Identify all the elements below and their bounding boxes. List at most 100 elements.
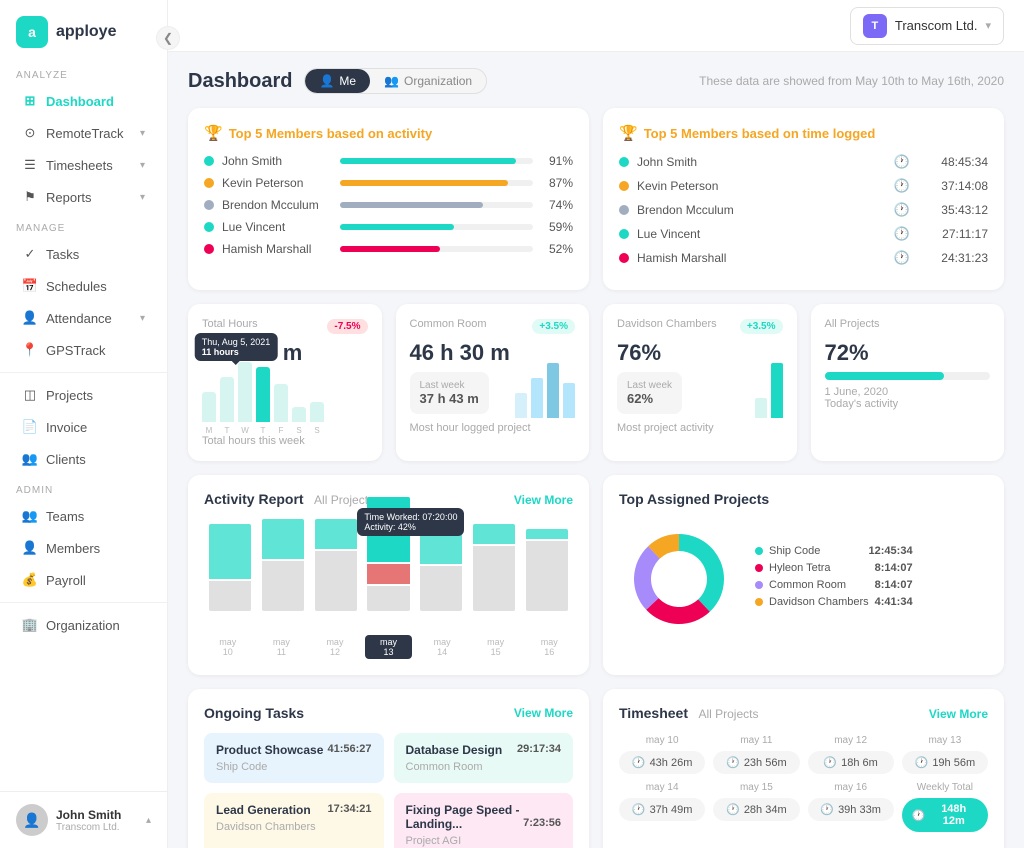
member-row: John Smith 🕐 48:45:34 [619, 154, 988, 170]
sidebar-item-invoice[interactable]: 📄 Invoice [6, 412, 161, 442]
chevron-up-icon: ▴ [146, 815, 151, 826]
time-value: 24:31:23 [918, 251, 988, 265]
toggle-organization-button[interactable]: 👥 Organization [370, 69, 486, 93]
sidebar-item-schedules[interactable]: 📅 Schedules [6, 271, 161, 301]
sidebar-item-attendance[interactable]: 👤 Attendance ▾ [6, 303, 161, 333]
sidebar-item-timesheets[interactable]: ☰ Timesheets ▾ [6, 150, 161, 180]
timesheet-grid: may 10 🕐 43h 26m may 11 🕐 23h 56m may 12… [619, 735, 988, 832]
grey-bar [315, 551, 357, 611]
sidebar-item-gpstrack[interactable]: 📍 GPSTrack [6, 335, 161, 365]
activity-sub: All Projects [314, 493, 374, 507]
member-dot [204, 156, 214, 166]
company-selector[interactable]: T Transcom Ltd. ▾ [850, 7, 1004, 45]
user-profile[interactable]: 👤 John Smith Transcom Ltd. ▴ [0, 791, 167, 848]
sidebar-item-tasks[interactable]: ✓ Tasks [6, 239, 161, 269]
stat-header: All Projects [825, 318, 991, 334]
stat-sub: Most hour logged project [410, 422, 576, 434]
toggle-me-button[interactable]: 👤 Me [305, 69, 370, 93]
time-value: 48:45:34 [918, 155, 988, 169]
member-row: Hamish Marshall 🕐 24:31:23 [619, 250, 988, 266]
bar-label: W [238, 426, 252, 435]
activity-bar-group [262, 519, 304, 611]
timesheet-cell: may 10 🕐 43h 26m [619, 735, 705, 774]
member-dot [619, 253, 629, 263]
legend-dot [755, 564, 763, 572]
ts-time-value: 23h 56m [744, 757, 787, 769]
ts-time-button[interactable]: 🕐 28h 34m [713, 798, 799, 821]
content-area: Dashboard 👤 Me 👥 Organization These data… [168, 52, 1024, 848]
activity-title: Activity Report [204, 491, 304, 507]
sidebar-item-organization[interactable]: 🏢 Organization [6, 610, 161, 640]
stat-sub: Today's activity [825, 398, 991, 410]
ts-time-button[interactable]: 🕐 37h 49m [619, 798, 705, 821]
mini-bar [563, 383, 575, 418]
sidebar-item-remotetrack[interactable]: ⊙ RemoteTrack ▾ [6, 118, 161, 148]
clock-icon: 🕐 [915, 756, 929, 769]
sidebar-item-label: Payroll [46, 573, 86, 588]
mini-bar [771, 363, 783, 418]
member-row: John Smith 91% [204, 154, 573, 168]
clock-icon: 🕐 [894, 226, 910, 242]
progress-fill [340, 158, 516, 164]
activity-labels: may10may11may12may13may14may15may16 [204, 635, 573, 659]
progress-fill [340, 180, 508, 186]
donut-chart [619, 519, 739, 639]
timesheet-title: Timesheet [619, 705, 688, 721]
last-week-val: 37 h 43 m [420, 391, 479, 406]
legend-label: Common Room [769, 579, 846, 591]
sidebar-item-reports[interactable]: ⚑ Reports ▾ [6, 182, 161, 212]
activity-bar-group [315, 519, 357, 611]
ts-time-button[interactable]: 🕐 19h 56m [902, 751, 988, 774]
mini-bar [755, 398, 767, 418]
time-value: 27:11:17 [918, 227, 988, 241]
mini-bars [515, 368, 575, 418]
clock-icon: 🕐 [894, 202, 910, 218]
bottom-row: Ongoing Tasks View More Product Showcase… [188, 689, 1004, 848]
sidebar-item-teams[interactable]: 👥 Teams [6, 501, 161, 531]
sidebar-item-label: Members [46, 541, 100, 556]
tasks-view-more[interactable]: View More [514, 706, 573, 720]
sidebar-item-members[interactable]: 👤 Members [6, 533, 161, 563]
activity-bar-group: Time Worked: 07:20:00Activity: 42% [367, 497, 409, 611]
donut-segment [679, 534, 724, 612]
activity-label: may15 [472, 635, 520, 659]
ts-time-button[interactable]: 🕐 39h 33m [808, 798, 894, 821]
timesheet-cell: may 11 🕐 23h 56m [713, 735, 799, 774]
ts-time-button[interactable]: 🕐 23h 56m [713, 751, 799, 774]
progress-fill [340, 224, 454, 230]
tasks-title: Ongoing Tasks [204, 705, 304, 721]
view-more-button[interactable]: View More [514, 493, 573, 507]
stat-header: Total Hours -7.5% [202, 318, 368, 334]
progress-bar [340, 158, 533, 164]
members-icon: 👤 [22, 540, 38, 556]
ts-date: may 13 [902, 735, 988, 746]
sidebar: a apploye Analyze ⊞ Dashboard ⊙ RemoteTr… [0, 0, 168, 848]
legend-time: 8:14:07 [875, 579, 913, 591]
org-icon: 👥 [384, 74, 399, 88]
member-name: Hamish Marshall [637, 251, 747, 265]
member-dot [619, 229, 629, 239]
sidebar-item-dashboard[interactable]: ⊞ Dashboard [6, 86, 161, 116]
ts-time-button[interactable]: 🕐 18h 6m [808, 751, 894, 774]
footer-info: John Smith Transcom Ltd. [56, 808, 138, 833]
sidebar-item-clients[interactable]: 👥 Clients [6, 444, 161, 474]
sidebar-collapse-button[interactable]: ❮ [156, 26, 180, 50]
company-name: Transcom Ltd. [895, 18, 978, 33]
bar [256, 367, 270, 422]
sidebar-item-payroll[interactable]: 💰 Payroll [6, 565, 161, 595]
chevron-down-icon: ▾ [985, 19, 991, 32]
ts-date: may 16 [808, 782, 894, 793]
donut-wrap: Ship Code 12:45:34 Hyleon Tetra 8:14:07 … [619, 519, 988, 639]
donut-segment [634, 546, 660, 610]
logo-text: apploye [56, 23, 116, 41]
timesheet-view-more[interactable]: View More [929, 707, 988, 721]
stat-sub: Total hours this week [202, 435, 368, 447]
bar-label: S [292, 426, 306, 435]
ts-time-button[interactable]: 🕐 43h 26m [619, 751, 705, 774]
activity-bar-group [473, 524, 515, 611]
member-dot [204, 200, 214, 210]
green-bar [473, 524, 515, 544]
common-room-card: Common Room +3.5% 46 h 30 m Last week 37… [396, 304, 590, 461]
clock-icon: 🕐 [823, 756, 837, 769]
sidebar-item-projects[interactable]: ◫ Projects [6, 380, 161, 410]
